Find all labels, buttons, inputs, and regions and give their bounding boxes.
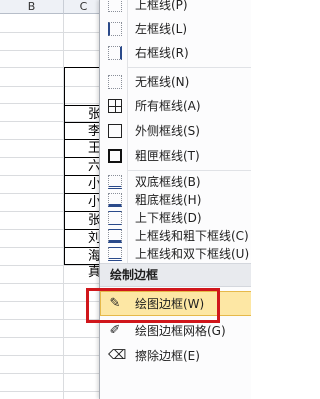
thick-box-border-icon <box>108 148 122 163</box>
grid-line <box>0 50 102 51</box>
table-row-border <box>64 247 104 248</box>
grid-line <box>0 265 102 266</box>
grid-line <box>0 283 102 284</box>
outside-borders-icon <box>108 123 122 138</box>
menu-item-thick-box-border[interactable]: 粗匣框线(T) <box>100 143 251 168</box>
grid-line <box>0 301 102 302</box>
menu-item-outside-borders[interactable]: 外侧框线(S) <box>100 118 251 143</box>
menu-item-double-bottom-border[interactable]: 双底框线(B) <box>100 172 251 191</box>
column-header-c[interactable]: C <box>64 0 104 14</box>
top-border-icon <box>108 0 122 12</box>
draw-border-pencil-icon: ✎ <box>109 295 121 311</box>
table-row-border <box>64 229 104 230</box>
menu-separator <box>128 67 251 68</box>
grid-line <box>0 373 102 374</box>
menu-item-right-border[interactable]: 右框线(R) <box>100 40 251 65</box>
right-border-icon <box>108 45 122 60</box>
top-thick-bottom-border-icon <box>108 228 122 243</box>
borders-dropdown-menu: 上框线(P) 左框线(L) 右框线(R) 无框线(N) 所有框线(A) 外侧框线… <box>99 0 251 399</box>
excel-window: B C 张 李 王 六 小 小 张 刘 海 真 上框线(P) 左框线(L) 右框… <box>0 0 251 399</box>
grid-line <box>0 319 102 320</box>
grid-line <box>0 32 102 33</box>
table-row-border <box>64 157 104 158</box>
table-row-border <box>64 193 104 194</box>
menu-item-all-borders[interactable]: 所有框线(A) <box>100 93 251 118</box>
draw-border-grid-icon: ✐ <box>109 322 121 338</box>
menu-separator <box>128 170 251 171</box>
eraser-icon: ⌫ <box>108 347 127 363</box>
column-header-b[interactable]: B <box>0 0 64 14</box>
grid-line <box>0 337 102 338</box>
menu-item-draw-border[interactable]: ✎ 绘图边框(W) <box>100 291 251 316</box>
grid-line <box>0 391 102 392</box>
menu-item-top-border[interactable]: 上框线(P) <box>100 0 251 17</box>
table-row-border <box>64 211 104 212</box>
thick-bottom-border-icon <box>108 192 122 207</box>
menu-item-top-bottom-border[interactable]: 上下框线(D) <box>100 208 251 227</box>
menu-item-top-thick-bottom-border[interactable]: 上框线和粗下框线(C) <box>100 226 251 245</box>
menu-item-top-double-bottom-border[interactable]: 上框线和双下框线(U) <box>100 244 251 263</box>
menu-item-draw-border-grid[interactable]: ✐ 绘图边框网格(G) <box>100 318 251 343</box>
table-row-border <box>64 175 104 176</box>
grid-line <box>0 355 102 356</box>
top-bottom-border-icon <box>108 210 122 225</box>
menu-item-thick-bottom-border[interactable]: 粗底框线(H) <box>100 190 251 209</box>
left-border-icon <box>108 21 122 36</box>
no-border-icon <box>108 74 122 89</box>
double-bottom-border-icon <box>108 174 122 189</box>
all-borders-icon <box>108 98 122 113</box>
menu-item-erase-border[interactable]: ⌫ 擦除边框(E) <box>100 343 251 368</box>
draw-borders-section-title: 绘制边框 <box>100 263 251 287</box>
menu-item-no-border[interactable]: 无框线(N) <box>100 69 251 94</box>
top-double-bottom-border-icon <box>108 246 122 261</box>
table-row-border <box>64 105 104 106</box>
menu-item-left-border[interactable]: 左框线(L) <box>100 16 251 41</box>
